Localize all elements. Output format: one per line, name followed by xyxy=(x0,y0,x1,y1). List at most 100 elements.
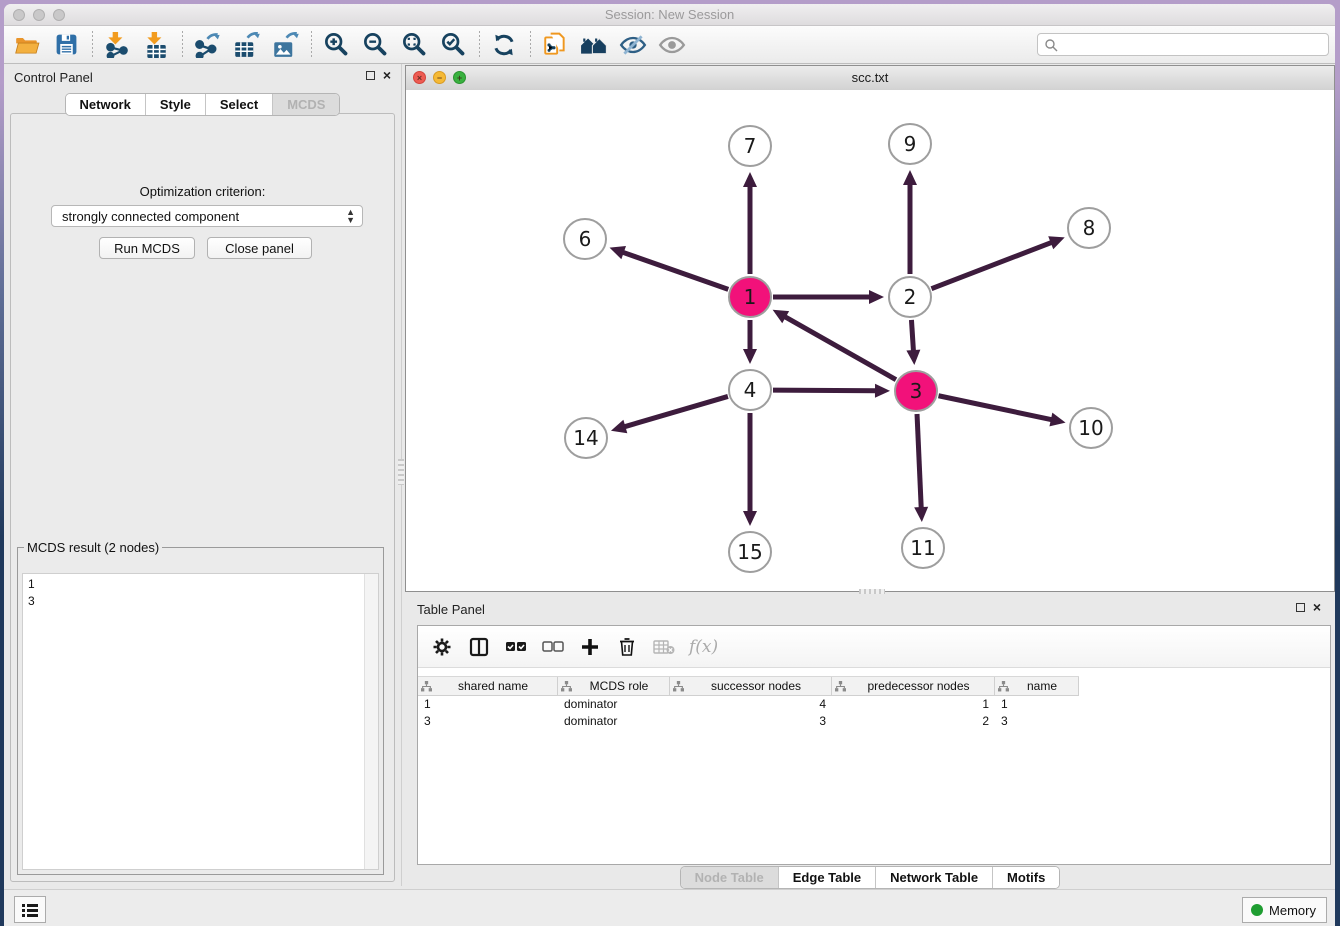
network-canvas[interactable]: 1234678910111415 xyxy=(406,90,1334,591)
network-titlebar[interactable]: × − + scc.txt xyxy=(406,66,1334,91)
close-panel-button[interactable]: Close panel xyxy=(207,237,312,259)
tab-motifs[interactable]: Motifs xyxy=(993,867,1059,888)
export-image-icon xyxy=(272,31,299,58)
import-table-icon xyxy=(143,32,169,58)
float-table-panel-icon[interactable] xyxy=(1296,603,1305,612)
table-settings-button[interactable] xyxy=(430,635,454,659)
function-builder-button[interactable]: f(x) xyxy=(689,637,718,657)
edge-arrowhead xyxy=(743,172,757,187)
table-row[interactable]: 1dominator411 xyxy=(418,696,1079,713)
tab-node-table[interactable]: Node Table xyxy=(681,867,779,888)
import-table-button[interactable] xyxy=(141,30,171,60)
hide-selected-button[interactable] xyxy=(618,30,648,60)
zoom-out-icon xyxy=(362,31,389,58)
mcds-result-text: 1 3 xyxy=(23,574,378,612)
mcds-result-group: MCDS result (2 nodes) 1 3 xyxy=(17,540,384,875)
column-header-shared-name[interactable]: shared name xyxy=(418,677,558,696)
edge-3-11[interactable] xyxy=(917,414,921,509)
save-session-button[interactable] xyxy=(51,30,81,60)
export-table-button[interactable] xyxy=(231,30,261,60)
import-network-button[interactable] xyxy=(102,30,132,60)
gear-icon xyxy=(432,637,452,657)
create-column-button[interactable] xyxy=(578,635,602,659)
export-network-icon xyxy=(194,31,221,58)
delete-column-button[interactable] xyxy=(615,635,639,659)
edge-arrowhead xyxy=(743,511,757,526)
table-cell[interactable]: 1 xyxy=(418,696,558,713)
tab-network[interactable]: Network xyxy=(66,94,146,115)
table-tabs: Node Table Edge Table Network Table Moti… xyxy=(405,866,1335,889)
column-header-name[interactable]: name xyxy=(995,677,1079,696)
tab-style[interactable]: Style xyxy=(146,94,206,115)
unchecked-boxes-icon xyxy=(542,640,564,654)
table-cell[interactable]: 1 xyxy=(832,696,995,713)
table-row[interactable]: 3dominator323 xyxy=(418,713,1079,730)
select-all-button[interactable] xyxy=(504,635,528,659)
zoom-selected-button[interactable] xyxy=(438,30,468,60)
clone-network-button[interactable] xyxy=(540,30,570,60)
task-history-button[interactable] xyxy=(14,896,46,923)
tab-mcds[interactable]: MCDS xyxy=(273,94,339,115)
network-graph[interactable]: 1234678910111415 xyxy=(406,90,1334,591)
toolbar-separator xyxy=(92,31,93,59)
table-cell[interactable]: 3 xyxy=(670,713,832,730)
tab-edge-table[interactable]: Edge Table xyxy=(779,867,876,888)
table-cell[interactable]: 4 xyxy=(670,696,832,713)
edge-arrowhead xyxy=(743,349,757,364)
network-title: scc.txt xyxy=(406,70,1334,85)
table-cell[interactable]: 3 xyxy=(418,713,558,730)
edge-3-1[interactable] xyxy=(784,316,896,379)
zoom-fit-button[interactable] xyxy=(399,30,429,60)
show-all-button[interactable] xyxy=(657,30,687,60)
zoom-out-button[interactable] xyxy=(360,30,390,60)
result-scrollbar[interactable] xyxy=(364,574,378,869)
delete-table-icon xyxy=(653,639,675,655)
open-session-button[interactable] xyxy=(12,30,42,60)
node-table: f(x) shared nameMCDS rolesuccessor nodes… xyxy=(417,625,1331,865)
close-table-panel-icon[interactable]: × xyxy=(1313,601,1321,613)
window-titlebar: Session: New Session xyxy=(4,4,1335,26)
memory-button[interactable]: Memory xyxy=(1242,897,1327,923)
export-table-icon xyxy=(233,31,260,58)
float-panel-icon[interactable] xyxy=(366,71,375,80)
table-cell[interactable]: dominator xyxy=(558,713,670,730)
network-view-window: × − + scc.txt 1234678910111415 xyxy=(405,65,1335,592)
edge-4-14[interactable] xyxy=(623,396,727,427)
memory-label: Memory xyxy=(1269,903,1316,918)
dropdown-stepper-icon: ▲▼ xyxy=(346,208,355,224)
column-header-predecessor-nodes[interactable]: predecessor nodes xyxy=(832,677,995,696)
search-input[interactable] xyxy=(1058,35,1328,55)
tab-select[interactable]: Select xyxy=(206,94,273,115)
edge-1-6[interactable] xyxy=(622,252,729,289)
criterion-dropdown[interactable]: strongly connected component ▲▼ xyxy=(51,205,363,227)
desktop: Session: New Session xyxy=(0,0,1340,926)
first-neighbors-button[interactable] xyxy=(579,30,609,60)
search-field[interactable] xyxy=(1037,33,1329,56)
edge-2-3[interactable] xyxy=(911,320,913,352)
table-cell[interactable]: 3 xyxy=(995,713,1079,730)
horizontal-splitter-grip[interactable] xyxy=(859,589,885,594)
show-columns-button[interactable] xyxy=(467,635,491,659)
edge-2-8[interactable] xyxy=(931,242,1052,289)
column-header-successor-nodes[interactable]: successor nodes xyxy=(670,677,832,696)
refresh-layout-button[interactable] xyxy=(489,30,519,60)
edge-3-10[interactable] xyxy=(939,396,1053,420)
export-image-button[interactable] xyxy=(270,30,300,60)
close-panel-icon[interactable]: × xyxy=(383,69,391,81)
mcds-result-box[interactable]: 1 3 xyxy=(22,573,379,870)
unselect-all-button[interactable] xyxy=(541,635,565,659)
column-header-MCDS-role[interactable]: MCDS role xyxy=(558,677,670,696)
zoom-in-button[interactable] xyxy=(321,30,351,60)
table-cell[interactable]: dominator xyxy=(558,696,670,713)
graph-node-label: 2 xyxy=(904,285,917,309)
delete-table-button[interactable] xyxy=(652,635,676,659)
table-cell[interactable]: 2 xyxy=(832,713,995,730)
run-mcds-button[interactable]: Run MCDS xyxy=(99,237,195,259)
vertical-splitter-grip[interactable] xyxy=(398,459,404,485)
table-cell[interactable]: 1 xyxy=(995,696,1079,713)
graph-node-label: 7 xyxy=(744,134,757,158)
edge-4-3[interactable] xyxy=(773,390,877,391)
tab-network-table[interactable]: Network Table xyxy=(876,867,993,888)
table-panel-title: Table Panel xyxy=(417,602,485,617)
export-network-button[interactable] xyxy=(192,30,222,60)
